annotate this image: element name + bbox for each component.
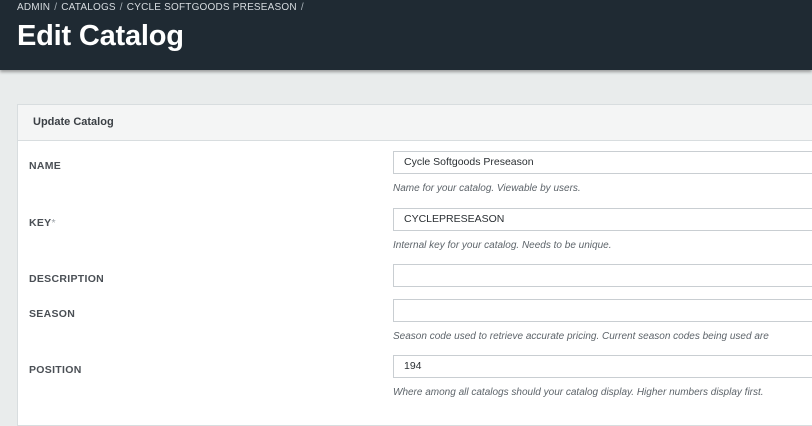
breadcrumb-admin-link[interactable]: ADMIN: [17, 2, 50, 13]
position-help-text: Where among all catalogs should your cat…: [393, 387, 764, 398]
breadcrumb-catalogs-link[interactable]: CATALOGS: [61, 2, 116, 13]
update-catalog-panel: Update Catalog NAME Cycle Softgoods Pres…: [17, 104, 812, 426]
key-help-text: Internal key for your catalog. Needs to …: [393, 240, 612, 251]
season-label: SEASON: [29, 308, 76, 320]
position-input[interactable]: 194: [393, 355, 812, 378]
key-label: KEY*: [29, 217, 56, 229]
key-label-text: KEY: [29, 217, 52, 229]
season-help-text: Season code used to retrieve accurate pr…: [393, 331, 769, 342]
panel-header: Update Catalog: [18, 105, 812, 141]
name-input[interactable]: Cycle Softgoods Preseason: [393, 151, 812, 174]
breadcrumb-separator: /: [300, 2, 304, 13]
page-title: Edit Catalog: [17, 20, 184, 52]
breadcrumb-separator: /: [119, 2, 123, 13]
top-header-bar: ADMIN / CATALOGS / CYCLE SOFTGOODS PRESEASON…: [0, 0, 812, 70]
name-help-text: Name for your catalog. Viewable by users…: [393, 183, 581, 194]
description-label: DESCRIPTION: [29, 273, 105, 285]
breadcrumb-separator: /: [54, 2, 58, 13]
key-input[interactable]: CYCLEPRESEASON: [393, 208, 812, 231]
season-input[interactable]: [393, 299, 812, 322]
breadcrumb-current-catalog-link[interactable]: CYCLE SOFTGOODS PRESEASON: [127, 2, 297, 13]
required-asterisk: *: [51, 217, 56, 229]
position-label: POSITION: [29, 364, 82, 376]
panel-title: Update Catalog: [33, 116, 114, 128]
name-label: NAME: [29, 160, 62, 172]
breadcrumb: ADMIN / CATALOGS / CYCLE SOFTGOODS PRESEASON…: [17, 2, 308, 13]
description-input[interactable]: [393, 264, 812, 287]
